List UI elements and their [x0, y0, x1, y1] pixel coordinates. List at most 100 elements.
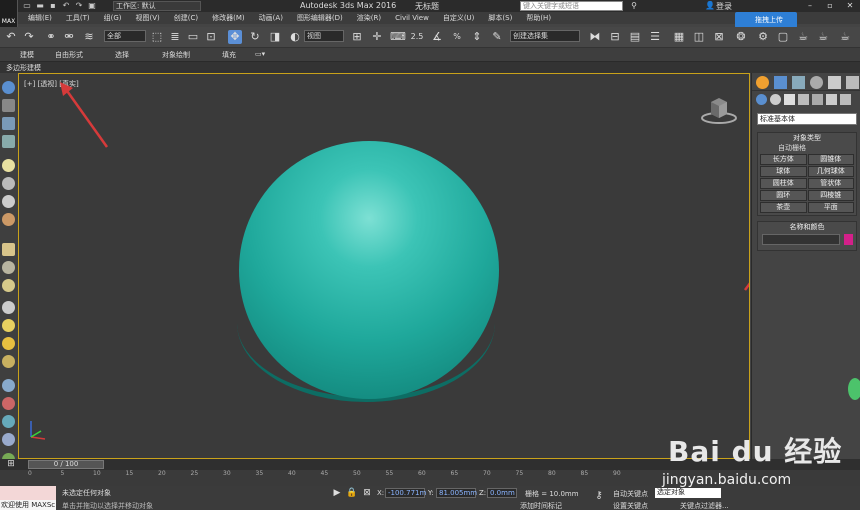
- pivot-center-icon[interactable]: ⊞: [350, 30, 364, 44]
- app-logo[interactable]: MAX: [0, 0, 18, 27]
- named-selection-set-select[interactable]: 创建选择集: [510, 30, 580, 42]
- modify-tab-icon[interactable]: [774, 76, 787, 89]
- window-crossing-icon[interactable]: ⊡: [204, 30, 218, 44]
- sphere-object[interactable]: [239, 141, 499, 399]
- torus-button[interactable]: 圆环: [760, 190, 807, 201]
- render-setup-icon[interactable]: ⚙: [756, 30, 770, 44]
- helpers-icon[interactable]: [812, 94, 823, 105]
- shapes-icon[interactable]: [770, 94, 781, 105]
- menu-rendering[interactable]: 渲染(R): [357, 13, 381, 23]
- snap-toggle-icon[interactable]: 2.5: [410, 30, 424, 44]
- box-button[interactable]: 长方体: [760, 154, 807, 165]
- paint-icon[interactable]: [2, 397, 15, 410]
- cone-icon[interactable]: [2, 261, 15, 274]
- omni-icon[interactable]: [2, 355, 15, 368]
- cameras-icon[interactable]: [798, 94, 809, 105]
- move-icon[interactable]: ✥: [228, 30, 242, 44]
- select-object-icon[interactable]: ⬚: [150, 30, 164, 44]
- set-key-button[interactable]: 设置关键点: [613, 501, 648, 510]
- z-coordinate-input[interactable]: 0.0mm: [487, 488, 517, 498]
- camera-icon[interactable]: [2, 177, 15, 190]
- pyramid-button[interactable]: 四棱锥: [807, 190, 854, 201]
- display-icon[interactable]: [2, 135, 15, 148]
- menu-help[interactable]: 帮助(H): [526, 13, 551, 23]
- side-widget-icon[interactable]: [848, 378, 860, 400]
- menu-scripting[interactable]: 脚本(S): [488, 13, 512, 23]
- name-color-title[interactable]: 名称和颜色: [758, 222, 856, 232]
- render-iterative-icon[interactable]: ☕: [816, 30, 830, 44]
- key-icon[interactable]: ⚷: [592, 489, 606, 503]
- menu-civil-view[interactable]: Civil View: [395, 14, 429, 22]
- redo-icon[interactable]: ↷: [22, 30, 36, 44]
- menu-create[interactable]: 创建(C): [174, 13, 198, 23]
- tab-selection[interactable]: 选择: [115, 50, 129, 60]
- geometry-icon[interactable]: [756, 94, 767, 105]
- tab-freeform[interactable]: 自由形式: [55, 50, 83, 60]
- object-color-swatch[interactable]: [844, 234, 853, 245]
- box-icon[interactable]: [2, 243, 15, 256]
- world-icon[interactable]: [2, 433, 15, 446]
- reference-coord-select[interactable]: 视图: [304, 30, 344, 42]
- hierarchy-tab-icon[interactable]: [792, 76, 805, 89]
- cone-button[interactable]: 圆锥体: [807, 154, 854, 165]
- mirror-icon[interactable]: ⧓: [588, 30, 602, 44]
- object-category-select[interactable]: 标准基本体: [757, 113, 857, 125]
- angle-snap-icon[interactable]: ∡: [430, 30, 444, 44]
- unlink-icon[interactable]: ⚮: [62, 30, 76, 44]
- bind-space-warp-icon[interactable]: ≋: [82, 30, 96, 44]
- key-filters-button[interactable]: 关键点过滤器...: [680, 501, 729, 510]
- spinner-snap-icon[interactable]: ⇕: [470, 30, 484, 44]
- undo-icon[interactable]: ↶: [4, 30, 18, 44]
- curve-editor-icon[interactable]: ◫: [692, 30, 706, 44]
- object-type-title[interactable]: 对象类型: [758, 133, 856, 143]
- minimize-button[interactable]: –: [800, 0, 820, 12]
- login-link[interactable]: 登录: [716, 1, 732, 12]
- mini-curve-editor-icon[interactable]: ⊞: [4, 457, 18, 471]
- open-file-icon[interactable]: ▬: [35, 1, 45, 11]
- menu-views[interactable]: 视图(V): [136, 13, 160, 23]
- redo-icon[interactable]: ↷: [74, 1, 84, 11]
- space-warps-icon[interactable]: [826, 94, 837, 105]
- scale-icon[interactable]: ◨: [268, 30, 282, 44]
- menu-graph-editors[interactable]: 图形编辑器(D): [297, 13, 343, 23]
- manipulate-icon[interactable]: ✛: [370, 30, 384, 44]
- helper-icon[interactable]: [2, 195, 15, 208]
- bone-icon[interactable]: [2, 415, 15, 428]
- link-icon[interactable]: ⚭: [44, 30, 58, 44]
- isolate-icon[interactable]: ▶: [330, 486, 344, 500]
- schematic-view-icon[interactable]: ⊠: [712, 30, 726, 44]
- edit-named-selection-icon[interactable]: ✎: [490, 30, 504, 44]
- plane-button[interactable]: 平面: [807, 202, 854, 213]
- y-coordinate-input[interactable]: 81.005mm: [436, 488, 477, 498]
- sphere-icon[interactable]: [2, 279, 15, 292]
- render-production-icon[interactable]: ☕: [796, 30, 810, 44]
- scene-explorer-icon[interactable]: ☰: [648, 30, 662, 44]
- new-file-icon[interactable]: ▭: [22, 1, 32, 11]
- autogrid-checkbox[interactable]: 自动栅格: [758, 143, 856, 153]
- ribbon-options-icon[interactable]: ▭▾: [255, 50, 265, 58]
- key-selection-select[interactable]: 选定对象: [655, 488, 721, 498]
- sphere-button[interactable]: 球体: [760, 166, 807, 177]
- keyboard-shortcut-icon[interactable]: ⌨: [390, 30, 406, 44]
- maximize-button[interactable]: ▫: [820, 0, 840, 12]
- tab-modeling[interactable]: 建模: [20, 50, 34, 60]
- particle-icon[interactable]: [2, 379, 15, 392]
- graphite-toggle-icon[interactable]: ▦: [672, 30, 686, 44]
- menu-customize[interactable]: 自定义(U): [443, 13, 475, 23]
- select-by-name-icon[interactable]: ≣: [168, 30, 182, 44]
- material-editor-icon[interactable]: ❂: [734, 30, 748, 44]
- sun-icon[interactable]: [2, 319, 15, 332]
- rectangle-selection-icon[interactable]: ▭: [186, 30, 200, 44]
- menu-modifiers[interactable]: 修改器(M): [212, 13, 245, 23]
- layer-manager-icon[interactable]: ▤: [628, 30, 642, 44]
- add-time-tag[interactable]: 添加时间标记: [520, 501, 562, 510]
- place-icon[interactable]: ◐: [288, 30, 302, 44]
- geosphere-button[interactable]: 几何球体: [807, 166, 854, 177]
- search-input[interactable]: 键入关键字或短语: [520, 1, 623, 11]
- perspective-viewport[interactable]: [+] [透视] [真实]: [18, 73, 750, 459]
- maxscript-mini-input[interactable]: 欢迎使用 MAXSc: [0, 500, 56, 510]
- undo-icon[interactable]: ↶: [61, 1, 71, 11]
- rendered-frame-icon[interactable]: ▢: [776, 30, 790, 44]
- hierarchy-icon[interactable]: [2, 117, 15, 130]
- menu-animation[interactable]: 动画(A): [259, 13, 283, 23]
